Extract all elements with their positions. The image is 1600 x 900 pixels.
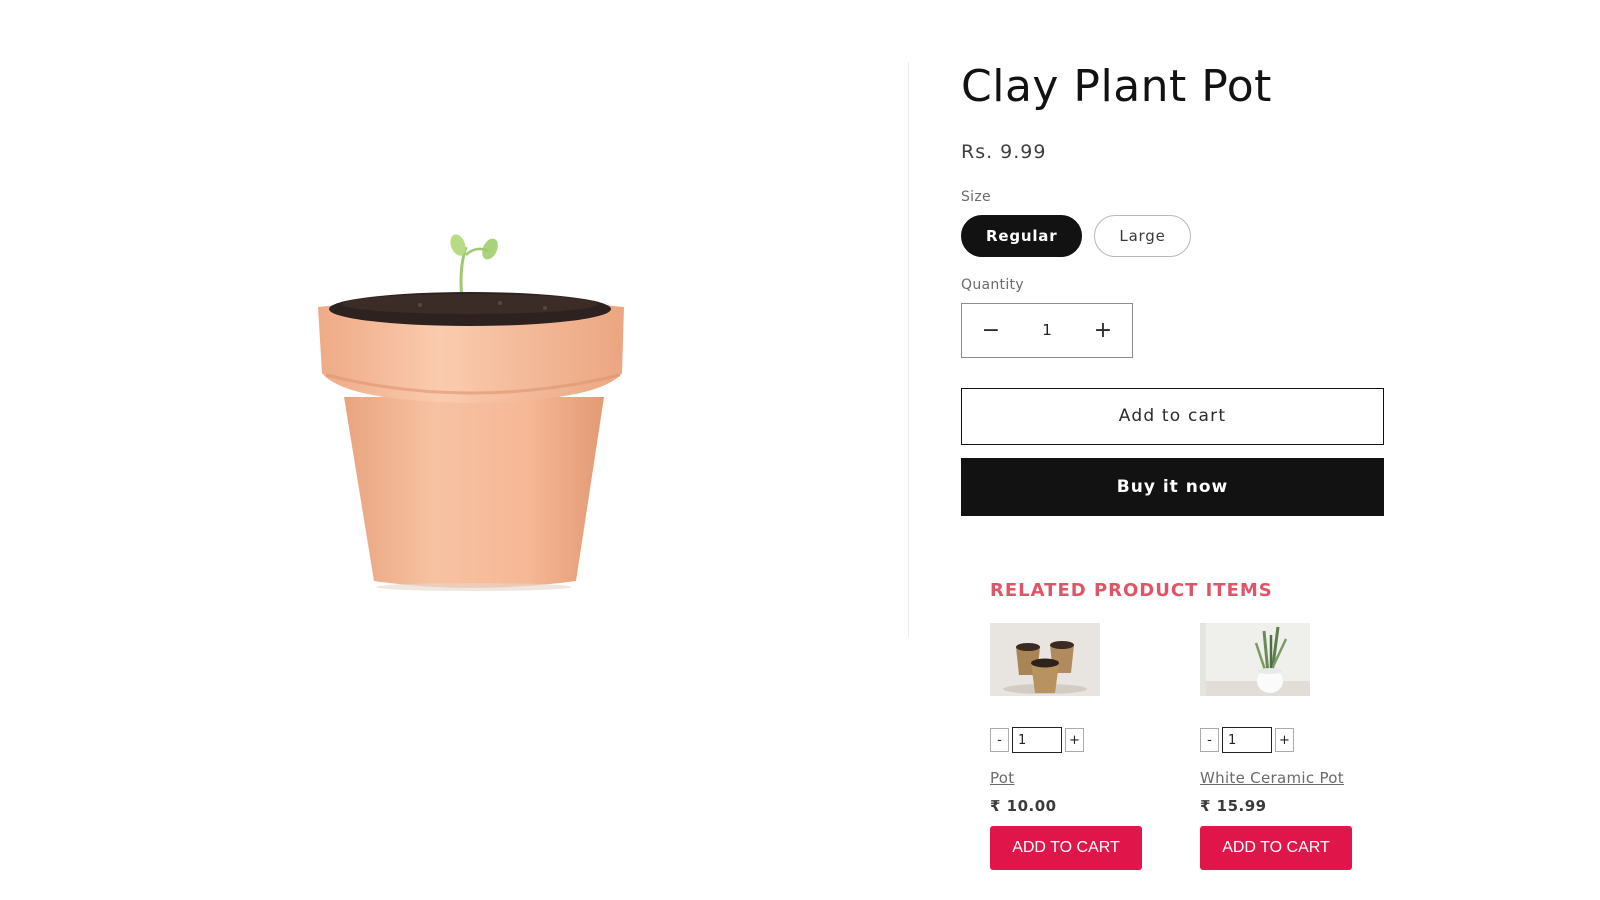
increase-quantity-button[interactable]: +: [1074, 304, 1132, 357]
related-item-quantity-input[interactable]: [1222, 727, 1272, 753]
quantity-input[interactable]: [1020, 320, 1074, 341]
related-item-name-link[interactable]: Pot: [990, 769, 1014, 787]
related-item-increase-button[interactable]: +: [1065, 728, 1084, 752]
decrease-quantity-button[interactable]: −: [962, 304, 1020, 357]
three-pots-icon: [990, 623, 1100, 696]
related-item-quantity-input[interactable]: [1012, 727, 1062, 753]
buy-it-now-button[interactable]: Buy it now: [961, 457, 1384, 516]
size-label: Size: [961, 188, 991, 205]
related-products-list: - + Pot ₹ 10.00 ADD TO CART: [990, 623, 1410, 870]
related-item-name-link[interactable]: White Ceramic Pot: [1200, 769, 1344, 787]
size-options: Regular Large: [961, 214, 1391, 257]
product-info: Clay Plant Pot Rs. 9.99 Size Regular Lar…: [961, 61, 1391, 516]
product-image[interactable]: [300, 225, 660, 615]
product-page: Clay Plant Pot Rs. 9.99 Size Regular Lar…: [0, 0, 1600, 900]
product-price: Rs. 9.99: [961, 140, 1047, 163]
related-item-pot: - + Pot ₹ 10.00 ADD TO CART: [990, 623, 1142, 870]
quantity-stepper: − +: [961, 302, 1133, 358]
size-option-regular[interactable]: Regular: [961, 214, 1083, 257]
product-title: Clay Plant Pot: [961, 61, 1272, 112]
size-option-large[interactable]: Large: [1094, 214, 1191, 257]
related-item-quantity: - +: [990, 727, 1142, 753]
related-products: RELATED PRODUCT ITEMS - 1 + Pot ₹ 10.00 …: [990, 580, 1410, 870]
related-item-decrease-button[interactable]: -: [990, 728, 1009, 752]
quantity-label: Quantity: [961, 276, 1024, 293]
add-to-cart-button[interactable]: Add to cart: [961, 387, 1384, 445]
related-item-price: ₹ 10.00: [990, 797, 1057, 815]
related-item-quantity: - +: [1200, 727, 1352, 753]
related-item-add-to-cart-button[interactable]: ADD TO CART: [1200, 826, 1352, 870]
related-item-thumbnail[interactable]: [1200, 623, 1310, 696]
related-item-price: ₹ 15.99: [1200, 797, 1267, 815]
related-item-thumbnail[interactable]: [990, 623, 1100, 696]
pot-illustration: [318, 234, 624, 591]
white-pot-plant-icon: [1200, 623, 1310, 696]
related-item-white-ceramic-pot: - + White Ceramic Pot ₹ 15.99 ADD TO CAR…: [1200, 623, 1352, 870]
column-divider: [908, 62, 909, 637]
related-item-add-to-cart-button[interactable]: ADD TO CART: [990, 826, 1142, 870]
related-item-decrease-button[interactable]: -: [1200, 728, 1219, 752]
related-products-heading: RELATED PRODUCT ITEMS: [990, 580, 1273, 601]
related-item-increase-button[interactable]: +: [1275, 728, 1294, 752]
